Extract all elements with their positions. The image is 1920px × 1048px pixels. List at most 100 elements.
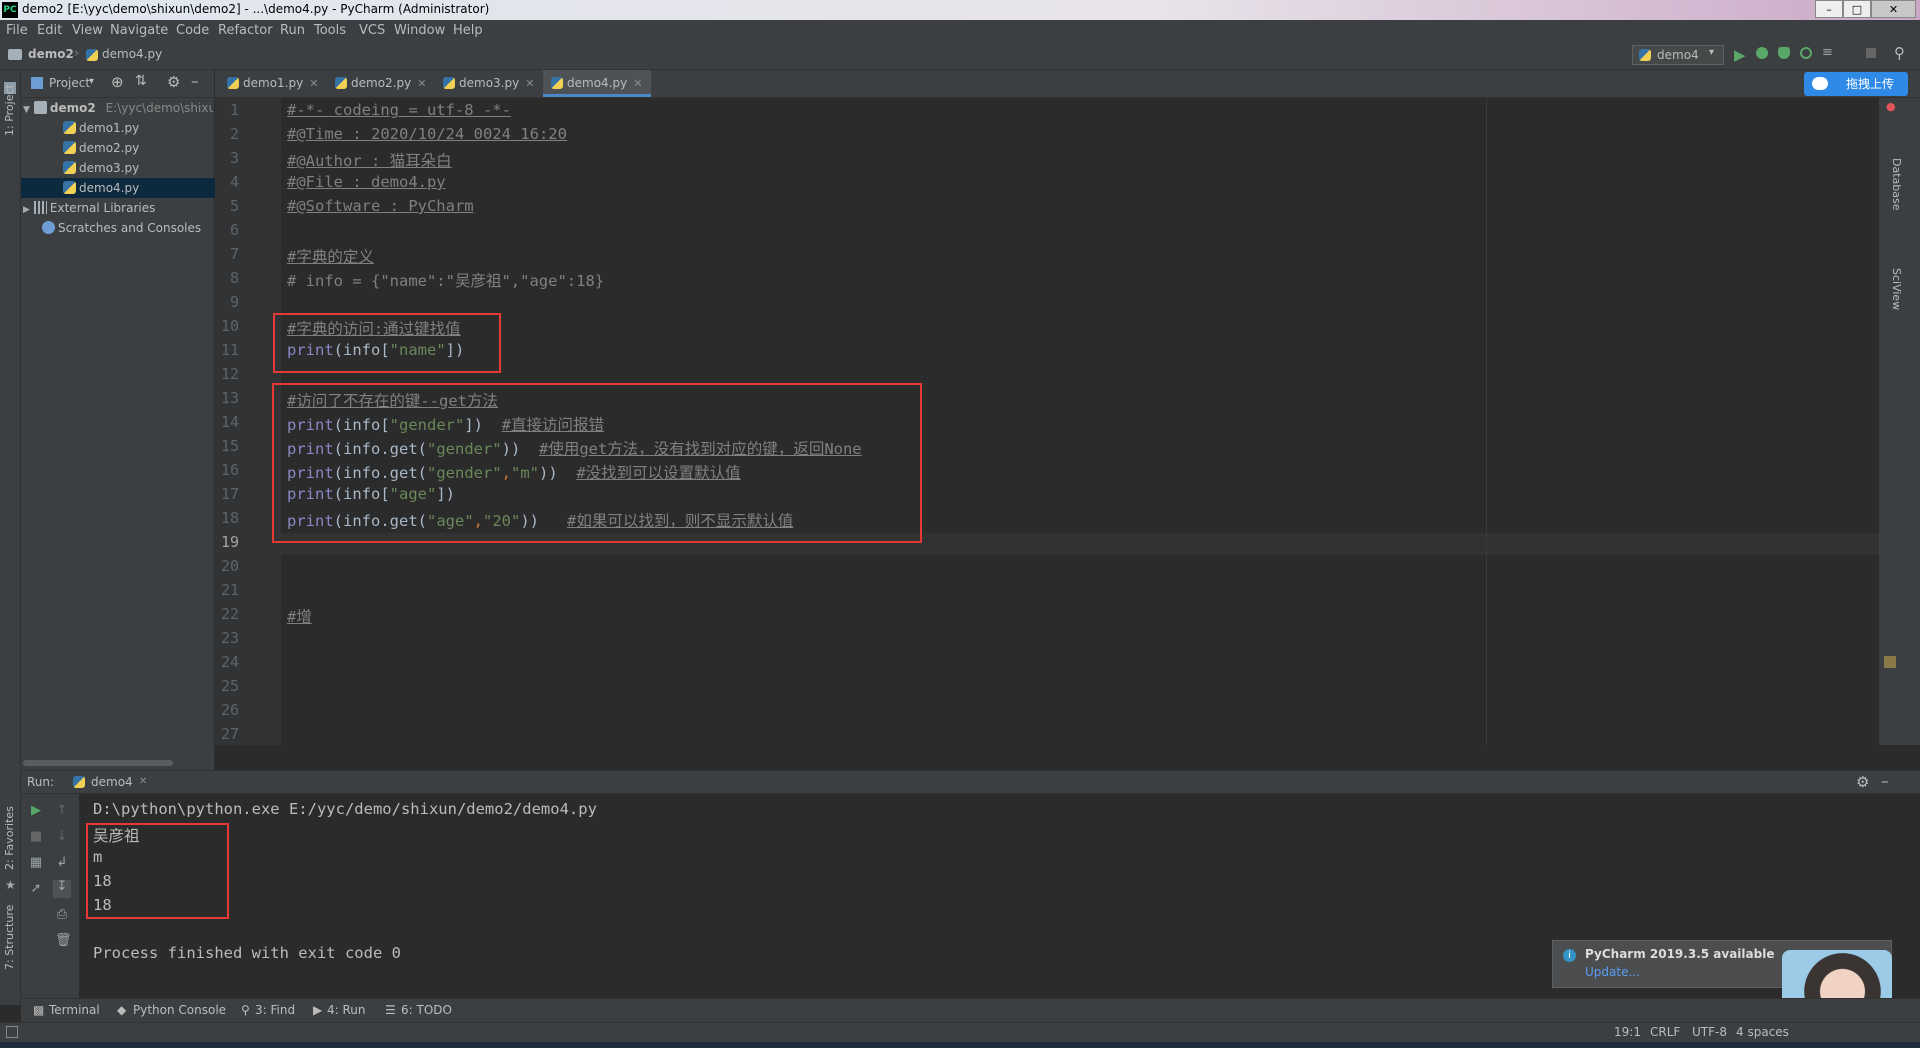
structure-tool-label[interactable]: 7: Structure <box>3 905 16 970</box>
toolwindow-run[interactable]: 4: Run <box>327 1003 366 1017</box>
menu-window[interactable]: Window <box>394 23 445 38</box>
run-icon: ▶ <box>313 1003 323 1017</box>
run-command: D:\python\python.exe E:/yyc/demo/shixun/… <box>93 800 597 818</box>
line-number: 6 <box>229 221 239 239</box>
code-line-2: #@Time : 2020/10/24 0024 16:20 <box>287 125 567 143</box>
toolwindow-terminal[interactable]: Terminal <box>49 1003 100 1017</box>
print-icon[interactable]: ⎙ <box>55 908 69 922</box>
arrow-up-icon[interactable]: ↑ <box>55 804 69 818</box>
hide-panel-icon[interactable]: – <box>191 72 199 90</box>
favorites-tool-label[interactable]: 2: Favorites <box>3 806 16 870</box>
tab-label: demo2.py <box>351 76 412 90</box>
menu-help[interactable]: Help <box>453 23 483 38</box>
gear-icon[interactable]: ⚙ <box>167 73 180 91</box>
close-tab-icon[interactable]: ✕ <box>525 77 534 90</box>
folder-icon <box>33 101 47 114</box>
coverage-icon[interactable] <box>1778 47 1790 59</box>
python-file-icon <box>63 141 76 154</box>
line-number: 20 <box>220 557 239 575</box>
tree-scratches[interactable]: Scratches and Consoles <box>42 218 213 238</box>
menu-run[interactable]: Run <box>280 23 305 38</box>
tree-file[interactable]: demo3.py <box>63 158 213 178</box>
locate-icon[interactable]: ⊕ <box>111 73 124 91</box>
menu-vcs[interactable]: VCS <box>359 23 385 38</box>
file-encoding[interactable]: UTF-8 <box>1692 1025 1727 1039</box>
run-icon[interactable]: ▶ <box>1734 46 1746 64</box>
menu-view[interactable]: View <box>72 23 103 38</box>
breadcrumb-project[interactable]: demo2 <box>28 47 74 61</box>
upload-button[interactable]: 拖拽上传 <box>1804 72 1908 96</box>
tab-demo4[interactable]: demo4.py ✕ <box>543 70 651 97</box>
close-tab-icon[interactable]: ✕ <box>633 77 642 90</box>
update-link[interactable]: Update... <box>1585 965 1640 979</box>
line-number: 16 <box>220 461 239 479</box>
tree-external-libraries[interactable]: ▶ External Libraries <box>23 198 213 218</box>
project-tool-label[interactable]: 1: Project <box>3 84 16 136</box>
profile-icon[interactable] <box>1800 47 1812 59</box>
search-icon: ⚲ <box>241 1003 250 1017</box>
minimize-button[interactable]: – <box>1815 0 1843 18</box>
toolwindow-find[interactable]: 3: Find <box>255 1003 295 1017</box>
tab-demo2[interactable]: demo2.py ✕ <box>327 70 431 97</box>
pin-icon[interactable]: ➚ <box>29 882 43 896</box>
os-taskbar <box>0 1042 1920 1048</box>
maximize-button[interactable]: □ <box>1843 0 1871 18</box>
scroll-to-end-icon[interactable]: ↧ <box>53 880 71 898</box>
breadcrumb-file[interactable]: demo4.py <box>102 47 162 61</box>
run-config-select[interactable]: demo4 ▾ <box>1632 45 1724 65</box>
stop-icon[interactable] <box>1866 48 1876 58</box>
upload-button-label: 拖拽上传 <box>1846 77 1895 91</box>
menu-refactor[interactable]: Refactor <box>218 23 273 38</box>
line-number: 24 <box>220 653 239 671</box>
search-icon[interactable]: ⚲ <box>1894 44 1905 62</box>
menu-code[interactable]: Code <box>176 23 209 38</box>
navigation-bar: demo2 › demo4.py demo4 ▾ ▶ ≡ ⚲ <box>0 42 1920 70</box>
warning-marker[interactable] <box>1884 656 1896 668</box>
line-number: 7 <box>229 245 239 263</box>
tab-demo3[interactable]: demo3.py ✕ <box>435 70 539 97</box>
tree-file-label: demo2.py <box>79 141 140 155</box>
close-tab-icon[interactable]: ✕ <box>309 77 318 90</box>
tab-demo1[interactable]: demo1.py ✕ <box>219 70 323 97</box>
status-bar: 19:1 CRLF UTF-8 4 spaces <box>0 1022 1920 1042</box>
tree-file[interactable]: demo1.py <box>63 118 213 138</box>
toggle-panels-icon[interactable] <box>6 1026 18 1038</box>
toolwindow-todo[interactable]: 6: TODO <box>401 1003 452 1017</box>
collapse-all-icon[interactable]: ⇅ <box>135 73 147 89</box>
tree-file-selected[interactable]: demo4.py <box>21 178 215 198</box>
sciview-tool-label[interactable]: SciView <box>1890 268 1903 310</box>
rerun-icon[interactable]: ▶ <box>29 804 43 818</box>
python-file-icon <box>227 77 239 89</box>
database-tool-label[interactable]: Database <box>1890 158 1903 211</box>
gear-icon[interactable]: ⚙ <box>1856 773 1869 791</box>
menu-navigate[interactable]: Navigate <box>110 23 168 38</box>
concurrency-icon[interactable]: ≡ <box>1822 45 1833 60</box>
hide-panel-icon[interactable]: – <box>1881 772 1889 790</box>
cursor-position[interactable]: 19:1 <box>1614 1025 1641 1039</box>
run-tab-label[interactable]: demo4 <box>91 775 133 789</box>
code-line-7: #字典的定义 <box>287 245 374 267</box>
tab-label: demo3.py <box>459 76 520 90</box>
stop-icon[interactable]: ■ <box>29 830 43 844</box>
horizontal-scrollbar[interactable] <box>23 760 173 766</box>
line-number: 22 <box>220 605 239 623</box>
debug-icon[interactable] <box>1756 47 1768 59</box>
close-tab-icon[interactable]: ✕ <box>417 77 426 90</box>
menu-file[interactable]: File <box>6 23 28 38</box>
chevron-down-icon[interactable]: ▾ <box>89 76 94 87</box>
close-tab-icon[interactable]: ✕ <box>139 776 147 787</box>
line-separator[interactable]: CRLF <box>1650 1025 1680 1039</box>
tree-file[interactable]: demo2.py <box>63 138 213 158</box>
tree-root[interactable]: ▼ demo2 E:\yyc\demo\shixun <box>23 98 213 118</box>
line-number: 11 <box>220 341 239 359</box>
close-button[interactable]: ✕ <box>1871 0 1916 18</box>
toolwindow-python-console[interactable]: Python Console <box>133 1003 226 1017</box>
layout-icon[interactable]: ▦ <box>29 856 43 870</box>
trash-icon[interactable]: 🗑 <box>55 934 72 948</box>
arrow-down-icon[interactable]: ↓ <box>55 830 69 844</box>
project-view-select[interactable]: Project <box>49 76 90 90</box>
soft-wrap-icon[interactable]: ↲ <box>55 856 69 870</box>
menu-tools[interactable]: Tools <box>314 23 346 38</box>
indent-setting[interactable]: 4 spaces <box>1736 1025 1789 1039</box>
menu-edit[interactable]: Edit <box>37 23 62 38</box>
